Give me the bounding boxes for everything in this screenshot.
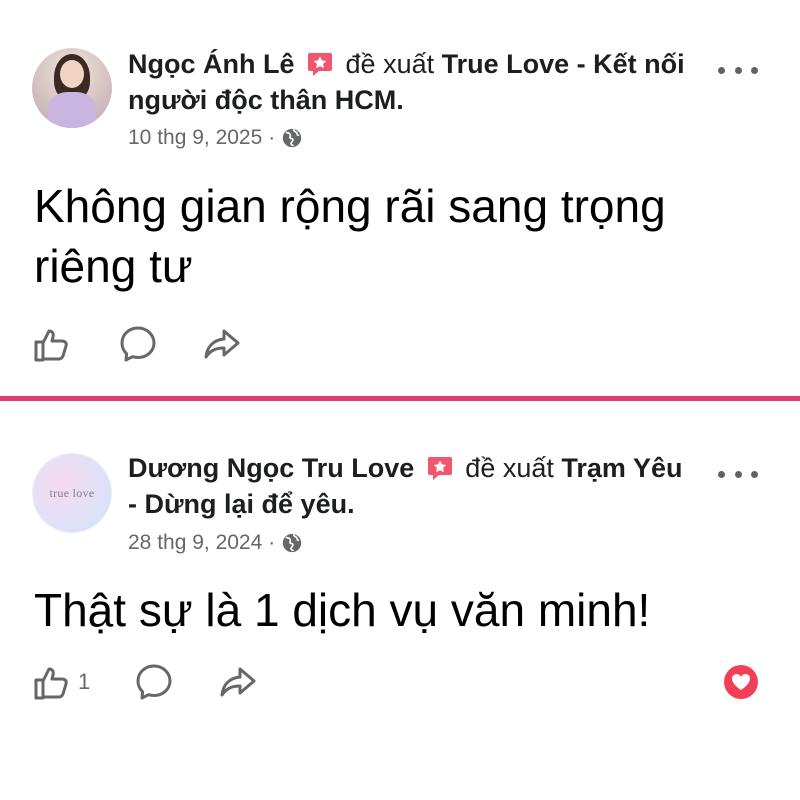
post-meta: 28 thg 9, 2024 · (128, 531, 303, 555)
more-dot-icon (734, 470, 742, 478)
more-options-button[interactable] (718, 60, 758, 80)
like-icon (34, 667, 68, 700)
recommendation-post: Ngọc Ánh Lê đề xuất True Love - Kết nối … (0, 0, 800, 396)
like-count: 1 (78, 669, 91, 694)
like-button[interactable] (32, 324, 72, 364)
post-header: Dương Ngọc Tru Love đề xuất Trạm Yêu - D… (128, 450, 688, 522)
more-dot-icon (751, 66, 758, 74)
comment-icon (120, 326, 156, 362)
more-dot-icon (734, 66, 742, 74)
avatar-face (60, 60, 84, 88)
author-avatar[interactable]: true love (32, 453, 112, 533)
avatar-dress (48, 92, 96, 128)
more-dot-icon (751, 470, 758, 478)
comment-icon (136, 664, 172, 700)
avatar-logo-text: true love (49, 485, 95, 500)
meta-separator: · (268, 126, 276, 149)
like-icon (34, 329, 68, 362)
more-dot-icon (718, 470, 725, 478)
action-text: đề xuất (465, 453, 554, 483)
post-header: Ngọc Ánh Lê đề xuất True Love - Kết nối … (128, 46, 688, 118)
action-text: đề xuất (345, 49, 435, 79)
post-content: Thật sự là 1 dịch vụ văn minh! (34, 584, 651, 636)
share-icon (204, 329, 240, 359)
globe-icon (283, 533, 302, 553)
globe-icon (283, 128, 302, 148)
action-bar (32, 322, 242, 366)
share-button[interactable] (218, 662, 258, 702)
like-button[interactable]: 1 (32, 662, 90, 702)
author-name[interactable]: Dương Ngọc Tru Love (128, 453, 414, 483)
comment-button[interactable] (118, 324, 158, 364)
post-date[interactable]: 28 thg 9, 2024 (128, 531, 262, 555)
recommendation-post: true love Dương Ngọc Tru Love đề xuất Tr… (0, 402, 800, 800)
love-reaction-button[interactable] (724, 665, 758, 699)
recommend-badge-icon (427, 457, 452, 480)
post-date[interactable]: 10 thg 9, 2025 (128, 126, 262, 150)
recommend-badge-icon (308, 53, 333, 76)
action-bar: 1 (32, 660, 258, 704)
post-content: Không gian rộng rãi sang trọng riêng tư (34, 180, 666, 292)
more-options-button[interactable] (718, 464, 758, 484)
author-name[interactable]: Ngọc Ánh Lê (128, 49, 295, 79)
post-divider (0, 396, 800, 401)
meta-separator: · (268, 531, 276, 554)
love-reaction-icon (732, 674, 750, 690)
share-button[interactable] (202, 324, 242, 364)
more-dot-icon (718, 66, 725, 74)
post-meta: 10 thg 9, 2025 · (128, 126, 303, 150)
author-avatar[interactable] (32, 48, 112, 128)
share-icon (220, 667, 256, 697)
comment-button[interactable] (134, 662, 174, 702)
